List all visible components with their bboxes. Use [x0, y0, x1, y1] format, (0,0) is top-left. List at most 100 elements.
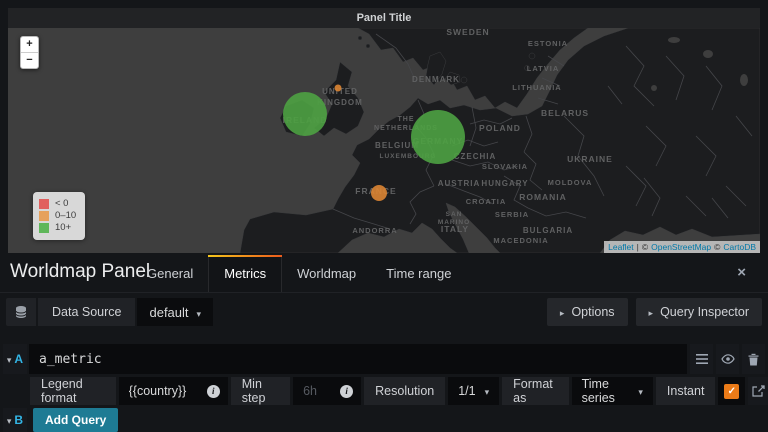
svg-text:THE: THE [398, 116, 415, 123]
editor-tabs: General Metrics Worldmap Time range [132, 255, 466, 292]
legend-label: 10+ [55, 222, 72, 233]
close-icon[interactable]: × [737, 265, 746, 280]
query-share-button[interactable] [748, 377, 768, 405]
svg-text:UKRAINE: UKRAINE [567, 154, 613, 164]
svg-text:SLOVAKIA: SLOVAKIA [482, 162, 528, 171]
resolution-label: Resolution [364, 377, 446, 405]
chevron-down-icon [7, 350, 12, 368]
query-inspector-label: Query Inspector [660, 305, 749, 319]
legend-item: 0–10 [39, 211, 76, 221]
legend-label: < 0 [55, 198, 69, 209]
database-icon [15, 306, 27, 318]
panel-editor-header: Worldmap Panel General Metrics Worldmap … [0, 254, 768, 293]
svg-text:MACEDONIA: MACEDONIA [493, 236, 548, 245]
worldmap-panel: Panel Title SWEDEN ESTONIA LATVIA LITHUA… [8, 8, 760, 253]
query-collapse-toggle[interactable]: A [3, 344, 27, 374]
svg-text:ITALY: ITALY [441, 224, 469, 234]
menu-icon [695, 354, 708, 364]
europe-map-svg: SWEDEN ESTONIA LATVIA LITHUANIA DENMARK BELAR… [239, 28, 760, 253]
query-expression-input[interactable]: a_metric [29, 344, 687, 374]
metric-circle [411, 110, 465, 164]
instant-checkbox[interactable] [724, 383, 740, 399]
format-as-select[interactable]: Time series [571, 377, 653, 405]
svg-text:ESTONIA: ESTONIA [528, 39, 568, 48]
query-inspector-button[interactable]: Query Inspector [635, 298, 762, 326]
query-toolbar: Data Source default Options Query Inspec… [6, 298, 762, 326]
svg-text:SAN: SAN [446, 211, 463, 218]
metric-circle [283, 92, 327, 136]
chevron-down-icon [485, 384, 490, 398]
info-icon [206, 384, 220, 398]
add-query-button[interactable]: Add Query [33, 408, 119, 432]
panel-title: Panel Title [356, 12, 412, 24]
query-refid-b: B [14, 413, 24, 427]
svg-text:LATVIA: LATVIA [527, 64, 560, 73]
legend-item: 10+ [39, 223, 76, 233]
min-step-label: Min step [230, 377, 291, 405]
format-as-label: Format as [502, 377, 569, 405]
legend-item: < 0 [39, 199, 76, 209]
svg-text:DENMARK: DENMARK [412, 75, 460, 84]
svg-text:SERBIA: SERBIA [495, 210, 529, 219]
datasource-icon-cell [6, 298, 36, 326]
tab-time-range[interactable]: Time range [371, 255, 466, 292]
zoom-out-button[interactable]: − [21, 52, 38, 68]
worldmap[interactable]: SWEDEN ESTONIA LATVIA LITHUANIA DENMARK BELAR… [8, 28, 760, 253]
zoom-in-button[interactable]: + [21, 37, 38, 52]
leaflet-link[interactable]: Leaflet [608, 242, 634, 252]
query-disable-button[interactable] [716, 344, 739, 374]
eye-icon [720, 354, 735, 364]
metric-circle [334, 84, 342, 92]
svg-text:CROATIA: CROATIA [466, 197, 507, 206]
svg-text:MOLDOVA: MOLDOVA [548, 178, 593, 187]
legend-format-label: Legend format [30, 377, 116, 405]
openstreetmap-link[interactable]: OpenStreetMap [651, 242, 711, 252]
chevron-down-icon [638, 384, 643, 398]
svg-text:AUSTRIA: AUSTRIA [438, 179, 481, 188]
datasource-label: Data Source [38, 298, 136, 326]
query-menu-button[interactable] [690, 344, 713, 374]
svg-text:BELARUS: BELARUS [541, 108, 589, 118]
options-label: Options [571, 305, 615, 319]
tab-worldmap[interactable]: Worldmap [282, 255, 371, 292]
resolution-value: 1/1 [458, 384, 476, 398]
chevron-down-icon [7, 411, 12, 429]
map-legend: < 0 0–10 10+ [33, 192, 86, 240]
map-attribution: Leaflet | © OpenStreetMap © CartoDB [604, 241, 760, 253]
copyright-symbol: © [714, 242, 721, 252]
datasource-select[interactable]: default [137, 298, 214, 326]
metric-circle [371, 185, 387, 201]
format-as-value: Time series [581, 377, 615, 405]
tab-general[interactable]: General [132, 255, 208, 292]
cartodb-link[interactable]: CartoDB [723, 242, 756, 252]
trash-icon [748, 353, 759, 365]
svg-text:ROMANIA: ROMANIA [519, 192, 567, 202]
min-step-input[interactable] [301, 383, 335, 399]
tab-metrics[interactable]: Metrics [208, 255, 283, 292]
query-collapse-toggle-b[interactable]: B [3, 408, 27, 432]
map-zoom-control: + − [20, 36, 39, 69]
legend-swatch [39, 211, 49, 221]
svg-text:SWEDEN: SWEDEN [446, 28, 489, 37]
chevron-down-icon [197, 305, 202, 320]
legend-label: 0–10 [55, 210, 77, 221]
instant-label: Instant [655, 377, 716, 405]
query-options-row: Legend format Min step Resolution 1/1 Fo… [30, 377, 768, 405]
resolution-select[interactable]: 1/1 [448, 377, 500, 405]
options-button[interactable]: Options [546, 298, 628, 326]
chevron-right-icon [560, 305, 565, 319]
svg-text:BULGARIA: BULGARIA [523, 226, 573, 235]
svg-text:LITHUANIA: LITHUANIA [512, 83, 561, 92]
legend-swatch [39, 199, 49, 209]
chevron-right-icon [649, 305, 654, 319]
datasource-value: default [149, 304, 189, 320]
svg-text:POLAND: POLAND [479, 123, 521, 133]
external-link-icon [752, 385, 765, 397]
editor-title: Worldmap Panel [10, 261, 151, 282]
query-row-a: A a_metric [3, 344, 765, 374]
copyright-symbol: © [641, 242, 649, 252]
legend-format-input[interactable] [126, 383, 201, 399]
instant-checkbox-cell [718, 377, 746, 405]
query-delete-button[interactable] [742, 344, 765, 374]
query-refid: A [14, 352, 24, 366]
